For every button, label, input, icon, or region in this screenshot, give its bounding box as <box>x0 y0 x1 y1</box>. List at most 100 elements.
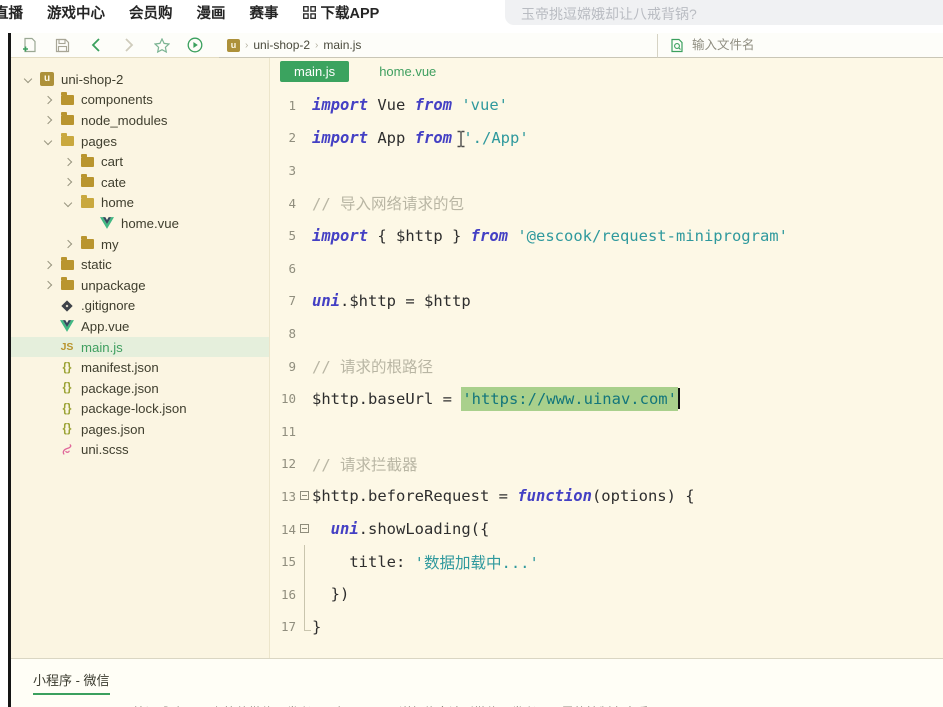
code-line[interactable]: 16 }) <box>270 577 943 611</box>
tree-item-manifest-json[interactable]: {} manifest.json <box>11 357 269 378</box>
chevron-down-icon[interactable] <box>23 75 33 84</box>
browser-nav-item[interactable]: 漫画 <box>197 2 226 23</box>
fold-marker[interactable] <box>298 513 312 546</box>
token-hl: 'https://www.uinav.com' <box>461 386 678 411</box>
browser-nav-item[interactable]: 赛事 <box>250 2 279 23</box>
code-line[interactable]: 4 // 导入网络请求的包 <box>270 187 943 220</box>
chevron-placeholder <box>45 406 51 412</box>
console-message: 项目 'uni-shop-2' 编译成功。 正在等待微信开发者工具打开项目，详细… <box>37 702 649 707</box>
code-line[interactable]: 10 $http.baseUrl = 'https://www.uinav.com… <box>270 382 943 415</box>
browser-nav-label: 会员购 <box>129 6 173 22</box>
tree-item-cate[interactable]: cate <box>11 172 269 193</box>
line-number: 12 <box>280 456 296 472</box>
tree-item-main-js[interactable]: JS main.js <box>11 336 269 358</box>
editor-tab-main-js[interactable]: main.js <box>280 61 350 82</box>
code-line[interactable]: 3 <box>270 154 943 187</box>
breadcrumb-project[interactable]: uni-shop-2 <box>253 38 310 52</box>
fold-marker[interactable] <box>298 577 312 611</box>
save-icon[interactable] <box>54 37 71 54</box>
new-file-icon[interactable] <box>21 37 38 54</box>
tree-item--gitignore[interactable]: .gitignore <box>11 296 269 317</box>
back-icon[interactable] <box>87 37 104 54</box>
code-line[interactable]: 5 import { $http } from '@escook/request-… <box>270 219 943 252</box>
tree-item-uni-shop-2[interactable]: u uni-shop-2 <box>11 69 269 90</box>
tree-item-label: main.js <box>81 339 123 355</box>
console-tab-weixin[interactable]: 小程序 - 微信 <box>33 670 110 695</box>
tree-item-components[interactable]: components <box>11 90 269 111</box>
token-pl: App <box>368 128 415 147</box>
run-icon[interactable] <box>186 37 203 54</box>
chevron-right-icon[interactable] <box>43 95 53 105</box>
star-icon[interactable] <box>153 37 170 54</box>
qr-grid-icon <box>302 6 316 19</box>
browser-nav-item[interactable]: 下载APP <box>302 2 379 23</box>
fold-gutter <box>298 285 312 318</box>
line-number: 5 <box>288 228 296 244</box>
tree-item-node-modules[interactable]: node_modules <box>11 110 269 131</box>
code-line[interactable]: 9 // 请求的根路径 <box>270 350 943 383</box>
tree-item-label: my <box>101 236 119 252</box>
tree-item-home-vue[interactable]: home.vue <box>11 213 269 234</box>
tree-item-static[interactable]: static <box>11 254 269 275</box>
breadcrumb-file[interactable]: main.js <box>323 38 361 52</box>
browser-nav-label: 漫画 <box>196 6 226 22</box>
chevron-placeholder <box>45 385 51 391</box>
code-area[interactable]: 1 import Vue from 'vue' 2 import App from '… <box>270 84 943 658</box>
tree-item-package-lock-json[interactable]: {} package-lock.json <box>11 399 269 420</box>
editor-tab-home-vue[interactable]: home.vue <box>375 61 440 82</box>
tree-item-label: static <box>81 257 112 273</box>
token-pl: Vue <box>368 96 415 115</box>
chevron-right-icon[interactable] <box>43 260 53 269</box>
code-line[interactable]: 2 import App from './App' <box>270 122 943 155</box>
browser-nav-item[interactable]: 游戏中心 <box>47 2 105 23</box>
fold-marker[interactable] <box>298 545 312 578</box>
file-search-input[interactable] <box>692 38 872 52</box>
fold-marker[interactable] <box>298 610 312 644</box>
chevron-right-icon[interactable] <box>63 239 73 249</box>
tree-item-package-json[interactable]: {} package.json <box>11 378 269 399</box>
fold-marker[interactable] <box>298 480 312 513</box>
tree-item-cart[interactable]: cart <box>11 151 269 172</box>
chevron-right-icon[interactable] <box>63 157 73 166</box>
chevron-right-icon[interactable] <box>63 178 73 187</box>
code-line[interactable]: 15 title: '数据加载中...' <box>270 545 943 578</box>
chevron-right-icon[interactable] <box>43 280 53 290</box>
code-line[interactable]: 1 import Vue from 'vue' <box>270 89 943 122</box>
code-line[interactable]: 14 uni .showLoading({ <box>270 513 943 546</box>
forward-icon[interactable] <box>120 37 137 54</box>
chevron-right-icon[interactable] <box>43 116 53 125</box>
js-icon: JS <box>60 341 74 354</box>
folder-icon <box>79 236 95 250</box>
token-pl: title: <box>312 552 415 571</box>
tree-item-label: cart <box>101 154 123 170</box>
line-number: 9 <box>288 358 296 374</box>
tree-item-pages-json[interactable]: {} pages.json <box>11 419 269 440</box>
chevron-down-icon[interactable] <box>43 136 53 146</box>
code-line[interactable]: 17} <box>270 610 943 644</box>
line-number: 14 <box>280 521 296 537</box>
tree-item-unpackage[interactable]: unpackage <box>11 275 269 296</box>
code-line[interactable]: 7 uni .$http = $http <box>270 285 943 318</box>
tree-item-uni-scss[interactable]: uni.scss <box>11 440 269 461</box>
browser-nav-item[interactable]: 会员购 <box>129 2 173 23</box>
chevron-down-icon[interactable] <box>63 198 73 208</box>
code-line[interactable]: 13 $http.beforeRequest = function (options… <box>270 480 943 513</box>
browser-nav-item[interactable]: 直播 <box>0 2 23 23</box>
code-line[interactable]: 6 <box>270 252 943 285</box>
ide-toolbar: u › uni-shop-2 › main.js <box>11 33 943 58</box>
browser-search-input[interactable] <box>505 0 943 25</box>
tree-item-home[interactable]: home <box>11 193 269 214</box>
code-line[interactable]: 11 <box>270 415 943 448</box>
code-line[interactable]: 12 // 请求拦截器 <box>270 448 943 481</box>
uniapp-project-icon: u <box>227 38 240 52</box>
token-kw: import <box>312 96 368 115</box>
code-line[interactable]: 8 <box>270 317 943 350</box>
tree-item-pages[interactable]: pages <box>11 131 269 152</box>
tree-item-app-vue[interactable]: App.vue <box>11 316 269 337</box>
breadcrumb: u › uni-shop-2 › main.js <box>219 34 657 58</box>
token-pl: }) <box>312 585 350 604</box>
token-kw: from <box>414 128 452 147</box>
folder-open-icon <box>59 133 75 147</box>
tree-item-my[interactable]: my <box>11 234 269 255</box>
fold-gutter <box>298 448 312 481</box>
